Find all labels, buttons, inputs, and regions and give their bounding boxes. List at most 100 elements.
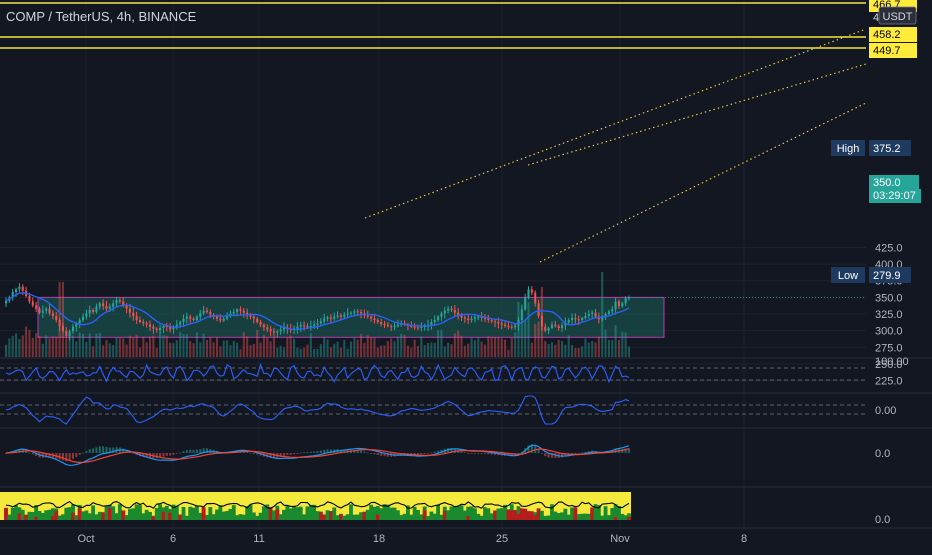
macd-histogram-bar — [480, 453, 483, 454]
candle-body — [303, 325, 306, 327]
volume-bar — [199, 342, 202, 357]
candle-body — [313, 324, 316, 326]
high-value-label: 375.2 — [873, 143, 901, 155]
price-tick: 325.0 — [875, 309, 903, 321]
heat-green-bar — [315, 511, 320, 520]
volume-bar — [145, 342, 148, 357]
heat-green-bar — [241, 514, 246, 520]
heat-green-bar — [439, 514, 444, 520]
volume-bar — [473, 340, 476, 357]
volume-bar — [169, 342, 172, 357]
heat-green-bar — [359, 512, 363, 520]
heat-red-bar — [168, 512, 173, 520]
volume-bar — [51, 336, 54, 357]
candle-body — [560, 325, 564, 328]
candle-body — [463, 317, 466, 319]
candle-body — [437, 316, 440, 321]
volume-bar — [88, 333, 91, 357]
candle-body — [349, 312, 353, 314]
heat-red-bar — [573, 507, 578, 520]
candle-body — [215, 316, 219, 319]
volume-bar — [142, 336, 145, 357]
candle-body — [366, 315, 369, 317]
volume-bar — [621, 331, 624, 357]
candle-body — [416, 327, 420, 329]
volume-bar — [349, 341, 353, 357]
volume-bar — [386, 341, 389, 357]
heat-green-bar — [583, 513, 588, 520]
rsi-axis-label: 100.00 — [875, 356, 909, 368]
candle-body — [195, 316, 198, 321]
volume-bar — [252, 343, 255, 357]
price-chart[interactable]: 425.0400.0375.0350.0325.0300.0275.0250.0… — [0, 0, 932, 550]
candle-body — [145, 323, 148, 325]
chart-root: 425.0400.0375.0350.0325.0300.0275.0250.0… — [0, 0, 932, 550]
candle-body — [514, 325, 517, 328]
price-tick: 300.0 — [875, 326, 903, 338]
volume-bar — [115, 337, 118, 357]
macd-histogram-bar — [581, 452, 584, 454]
candle-body — [567, 320, 570, 323]
heat-green-bar — [452, 506, 457, 520]
heat-green-bar — [231, 505, 236, 520]
macd-histogram-bar — [61, 453, 64, 461]
candle-body — [527, 289, 530, 298]
currency-badge[interactable]: USDT — [883, 11, 913, 23]
macd-histogram-bar — [574, 453, 577, 454]
volume-bar — [4, 344, 8, 357]
volume-bar — [219, 346, 222, 357]
macd-histogram-bar — [433, 451, 436, 453]
volume-bar — [544, 340, 547, 357]
candle-body — [296, 326, 299, 329]
heat-green-bar — [195, 505, 199, 520]
heat-green-bar — [67, 507, 72, 520]
macd-histogram-bar — [169, 453, 172, 456]
heat-green-bar — [164, 505, 169, 520]
candle-body — [31, 301, 34, 306]
candle-body — [252, 316, 255, 319]
heat-green-bar — [365, 509, 370, 520]
countdown-label: 03:29:07 — [873, 190, 916, 202]
heat-red-bar — [275, 509, 280, 520]
volume-bar — [262, 334, 265, 357]
heat-green-bar — [419, 514, 424, 520]
volume-bar — [319, 344, 322, 357]
heat-green-bar — [87, 513, 92, 520]
volume-bar — [272, 335, 275, 357]
volume-bar — [514, 331, 517, 357]
heat-red-bar — [493, 510, 497, 520]
volume-bar — [339, 347, 342, 357]
heat-green-bar — [205, 514, 209, 520]
resistance-label: 449.7 — [873, 45, 901, 57]
heat-pane[interactable] — [0, 492, 631, 520]
heat-green-bar — [623, 515, 628, 520]
volume-bar — [470, 337, 473, 357]
volume-bar — [390, 338, 393, 357]
heat-green-bar — [97, 511, 102, 520]
heat-green-bar — [412, 506, 417, 520]
volume-bar — [373, 337, 376, 357]
macd-histogram-bar — [306, 452, 309, 453]
heat-green-bar — [14, 505, 18, 520]
heat-red-bar — [536, 508, 541, 520]
volume-bar — [430, 342, 433, 357]
candle-body — [530, 289, 533, 293]
volume-bar — [504, 339, 507, 357]
candle-body — [584, 316, 587, 319]
volume-bar — [534, 323, 537, 357]
volume-bar — [8, 338, 11, 357]
heat-green-bar — [399, 515, 404, 520]
heat-green-bar — [486, 508, 491, 520]
volume-bar — [406, 345, 409, 357]
volume-bar — [591, 341, 594, 357]
candle-body — [510, 326, 513, 328]
heat-green-bar — [620, 513, 625, 520]
volume-bar — [443, 346, 446, 357]
volume-bar — [18, 339, 21, 357]
macd-histogram-bar — [155, 453, 158, 459]
heat-green-bar — [462, 510, 467, 520]
volume-bar — [493, 337, 497, 357]
heat-green-bar — [586, 513, 591, 520]
heat-green-bar — [282, 509, 286, 520]
candle-body — [574, 318, 577, 320]
